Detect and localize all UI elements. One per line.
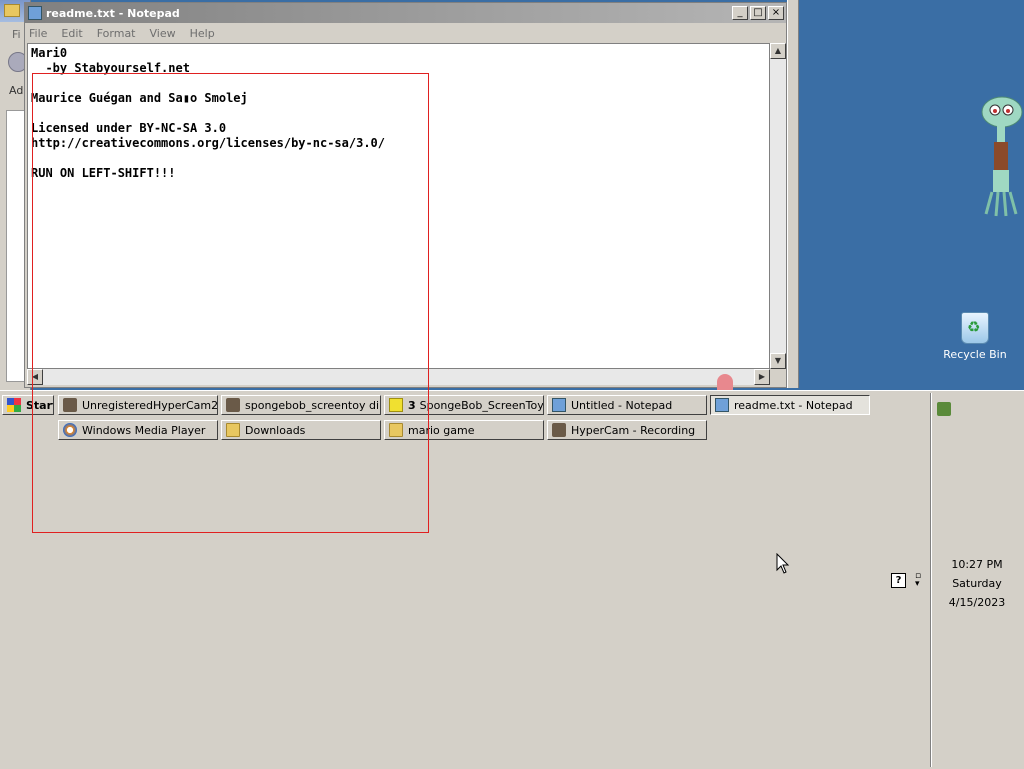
taskbar-item-untitled-notepad[interactable]: Untitled - Notepad [547,395,707,415]
taskbar-item-label: HyperCam - Recording [571,424,695,437]
scroll-down-icon[interactable]: ▼ [770,353,786,369]
taskbar-item-mario-game[interactable]: mario game [384,420,544,440]
hypercam-icon [226,398,240,412]
recycle-bin-label[interactable]: Recycle Bin [943,348,1006,361]
maximize-button[interactable]: □ [750,6,766,20]
background-window-scrollbar[interactable] [787,0,799,388]
spongebob-icon [389,398,403,412]
folder-icon [389,423,403,437]
background-window-address-fragment: Ad [9,84,23,97]
background-window-menu-fragment[interactable]: Fi [12,28,21,41]
menu-help[interactable]: Help [190,27,215,40]
taskbar-item-hypercam-unregistered[interactable]: UnregisteredHyperCam2... [58,395,218,415]
document-text[interactable]: Mari0 -by Stabyourself.net Maurice Guéga… [31,46,385,181]
system-tray: 10:27 PM Saturday 4/15/2023 [930,393,1023,767]
taskbar-item-hypercam-recording[interactable]: HyperCam - Recording [547,420,707,440]
recycle-bin-icon[interactable] [961,312,989,344]
folder-icon [4,4,20,17]
taskbar-item-spongebob-screentoy-dir[interactable]: spongebob_screentoy di... [221,395,381,415]
close-button[interactable]: × [768,6,784,20]
scroll-right-icon[interactable]: ▶ [754,369,770,385]
menu-file[interactable]: File [29,27,47,40]
menu-edit[interactable]: Edit [61,27,82,40]
patrick-icon [717,374,733,390]
taskbar-item-label: Untitled - Notepad [571,399,672,412]
media-player-icon [63,423,77,437]
taskbar-item-label: Downloads [245,424,305,437]
start-button[interactable]: Start [2,395,54,415]
menu-bar: File Edit Format View Help [25,23,786,43]
taskbar-item-label: spongebob_screentoy di... [245,399,381,412]
taskbar-group-spongebob-screentoy[interactable]: 3 SpongeBob_ScreenToy ▼ [384,395,544,415]
window-title: readme.txt - Notepad [46,7,732,20]
scroll-up-icon[interactable]: ▲ [770,43,786,59]
taskbar-item-windows-media-player[interactable]: Windows Media Player [58,420,218,440]
taskbar-item-readme-notepad[interactable]: readme.txt - Notepad [710,395,870,415]
scroll-left-icon[interactable]: ◀ [27,369,43,385]
minimize-button[interactable]: _ [732,6,748,20]
recycle-bin[interactable]: Recycle Bin [940,312,1010,361]
windows-logo-icon [7,398,21,412]
folder-icon [226,423,240,437]
clock-day: Saturday [931,574,1023,593]
text-editor[interactable]: Mari0 -by Stabyourself.net Maurice Guéga… [27,43,770,369]
menu-view[interactable]: View [150,27,176,40]
hypercam-icon [63,398,77,412]
notepad-icon [715,398,729,412]
horizontal-scrollbar[interactable]: ◀ ▶ [27,369,770,385]
taskbar-item-label: SpongeBob_ScreenToy [420,399,544,412]
notepad-icon [28,6,42,20]
taskbar-item-label: Windows Media Player [82,424,205,437]
clock-date: 4/15/2023 [931,593,1023,612]
clock[interactable]: 10:27 PM Saturday 4/15/2023 [931,555,1023,612]
squidward-icon[interactable] [978,92,1024,218]
taskbar-item-label: readme.txt - Notepad [734,399,853,412]
clock-time: 10:27 PM [931,555,1023,574]
restore-windows-icon[interactable]: ▫▾ [915,572,921,588]
notepad-window[interactable]: readme.txt - Notepad _ □ × File Edit For… [24,2,787,388]
hypercam-icon [552,423,566,437]
start-label: Start [26,399,54,412]
group-count: 3 [408,399,416,412]
taskbar-item-label: mario game [408,424,474,437]
scrollbar-corner [770,369,786,385]
mouse-cursor-icon [776,553,790,575]
menu-format[interactable]: Format [97,27,136,40]
network-icon[interactable] [937,402,951,416]
taskbar-item-label: UnregisteredHyperCam2... [82,399,218,412]
vertical-scrollbar[interactable]: ▲ ▼ [770,43,786,369]
help-icon[interactable]: ? [891,573,906,588]
notepad-icon [552,398,566,412]
taskbar-item-downloads[interactable]: Downloads [221,420,381,440]
notepad-titlebar[interactable]: readme.txt - Notepad _ □ × [25,3,786,23]
taskbar: Start UnregisteredHyperCam2... spongebob… [0,390,1024,769]
